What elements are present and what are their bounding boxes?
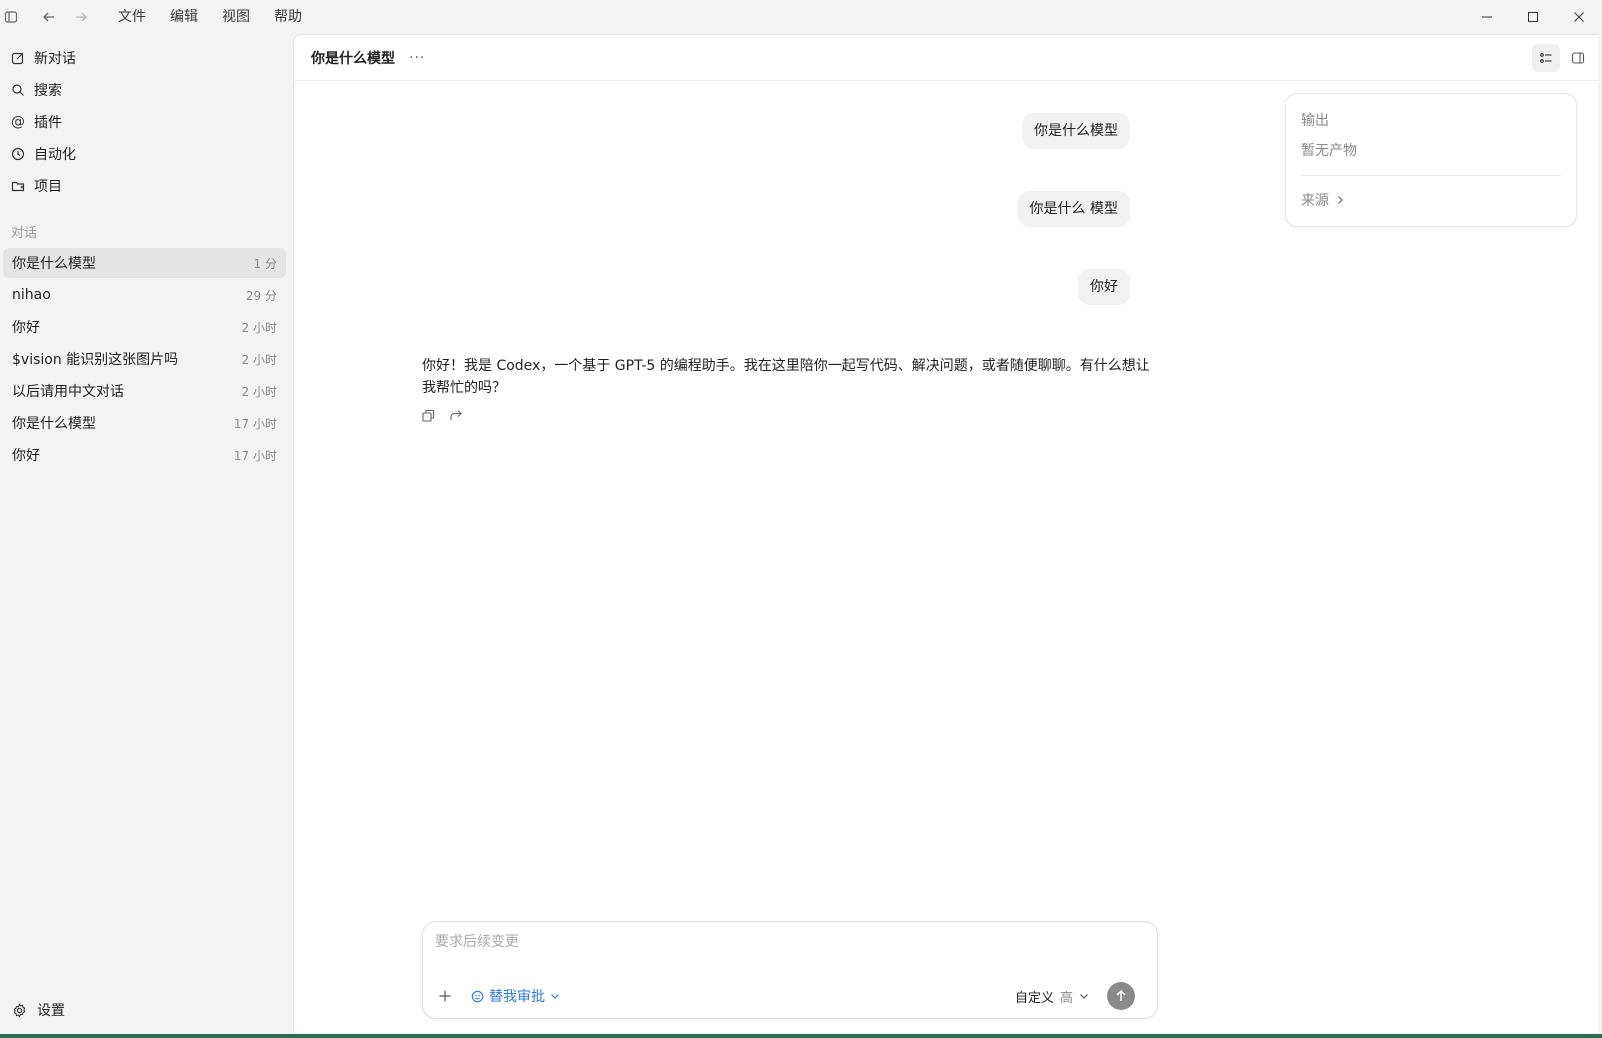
title-bar: 文件 编辑 视图 帮助 [0,0,1602,34]
section-label-conversations: 对话 [11,226,38,241]
output-title: 输出 [1301,113,1329,129]
menu-view[interactable]: 视图 [210,0,262,34]
sidebar-toggle-icon[interactable] [0,6,22,28]
at-icon: @ [11,114,25,130]
nav-label: 项目 [34,179,62,195]
chat-header: 你是什么模型 ··· [294,35,1598,81]
conversation-item[interactable]: 以后请用中文对话 2 小时 [3,376,286,406]
nav-plugins[interactable]: @ 插件 [10,109,62,135]
maximize-button[interactable] [1510,0,1556,34]
conversation-time: 1 分 [253,256,277,271]
approval-icon [471,990,484,1002]
conversation-title: nihao [12,287,51,303]
conversation-time: 29 分 [245,288,277,303]
close-window-button[interactable] [1556,0,1602,34]
app-window: 文件 编辑 视图 帮助 新对话 搜索 @ 插件 自动化 项目 对话 你是什么模型… [0,0,1602,1034]
branch-icon[interactable] [448,407,464,423]
nav-label: 搜索 [34,83,62,99]
search-icon [10,82,26,98]
output-empty-text: 暂无产物 [1301,143,1357,159]
page-title: 你是什么模型 [311,50,395,67]
divider [1301,175,1561,176]
menu-edit[interactable]: 编辑 [158,0,210,34]
conversation-item[interactable]: 你好 17 小时 [3,440,286,470]
conversation-time: 2 小时 [241,320,277,335]
conversation-title: 以后请用中文对话 [12,384,124,400]
custom-label: 自定义 [1015,990,1055,1006]
nav-new-chat[interactable]: 新对话 [10,45,76,71]
conversation-item[interactable]: nihao 29 分 [3,280,286,310]
nav-label: 自动化 [34,147,76,163]
send-button[interactable] [1107,982,1135,1010]
source-label: 来源 [1301,193,1329,209]
settings-button[interactable]: 设置 [11,1000,65,1020]
effort-level-label: 高 [1060,990,1074,1006]
nav-label: 新对话 [34,51,76,67]
side-panel-toggle-button[interactable] [1564,44,1592,72]
nav-search[interactable]: 搜索 [10,77,62,103]
message-actions [420,407,464,423]
clock-icon [10,146,26,162]
chevron-right-icon [1338,196,1343,204]
more-options-icon[interactable]: ··· [409,50,425,66]
conversation-title: $vision 能识别这张图片吗 [12,352,179,368]
main-panel: 你是什么模型 ··· 你是什么模型 你是什么 模型 你好 你好！我是 Codex… [293,34,1598,1033]
conversation-title: 你好 [12,320,40,336]
conversation-title: 你好 [12,448,40,464]
plus-icon [439,990,451,1002]
back-arrow-icon[interactable] [38,6,60,28]
message-input[interactable] [435,934,1135,950]
output-panel: 输出 暂无产物 来源 [1285,93,1577,227]
chevron-down-icon [551,994,559,999]
assistant-message: 你好！我是 Codex，一个基于 GPT-5 的编程助手。我在这里陪你一起写代码… [422,358,1150,396]
user-message-bubble: 你好 [1078,269,1130,305]
approval-label: 替我审批 [489,989,545,1005]
conversation-time: 2 小时 [241,352,277,367]
source-link[interactable]: 来源 [1301,190,1345,210]
compose-icon [10,50,26,66]
menu-bar: 文件 编辑 视图 帮助 [106,0,314,34]
add-attachment-button[interactable] [435,986,455,1006]
model-effort-dropdown[interactable]: 自定义 高 [1015,986,1089,1006]
copy-icon[interactable] [420,407,436,423]
menu-file[interactable]: 文件 [106,0,158,34]
conversation-title: 你是什么模型 [12,256,96,272]
composer: 替我审批 自定义 高 [422,921,1158,1019]
nav-label: 插件 [34,115,62,131]
task-list-toggle-button[interactable] [1532,44,1560,72]
approval-mode-dropdown[interactable]: 替我审批 [471,986,560,1006]
chevron-down-icon [1080,994,1088,999]
nav-projects[interactable]: 项目 [10,173,62,199]
user-message-bubble: 你是什么 模型 [1017,191,1130,227]
conversation-time: 17 小时 [233,448,277,463]
conversation-item[interactable]: $vision 能识别这张图片吗 2 小时 [3,344,286,374]
settings-label: 设置 [37,1003,65,1019]
forward-arrow-icon[interactable] [70,6,92,28]
conversation-time: 17 小时 [233,416,277,431]
gear-icon [11,1002,27,1018]
menu-help[interactable]: 帮助 [262,0,314,34]
sidebar: 新对话 搜索 @ 插件 自动化 项目 对话 你是什么模型 1 分 nihao 2… [0,34,292,1034]
conversation-time: 2 小时 [241,384,277,399]
conversation-item[interactable]: 你是什么模型 1 分 [3,248,286,278]
user-message-bubble: 你是什么模型 [1022,113,1130,149]
conversation-item[interactable]: 你是什么模型 17 小时 [3,408,286,438]
nav-automation[interactable]: 自动化 [10,141,76,167]
conversation-item[interactable]: 你好 2 小时 [3,312,286,342]
folder-icon [10,178,26,194]
arrow-up-icon [1116,989,1126,1001]
minimize-button[interactable] [1464,0,1510,34]
conversation-title: 你是什么模型 [12,416,96,432]
